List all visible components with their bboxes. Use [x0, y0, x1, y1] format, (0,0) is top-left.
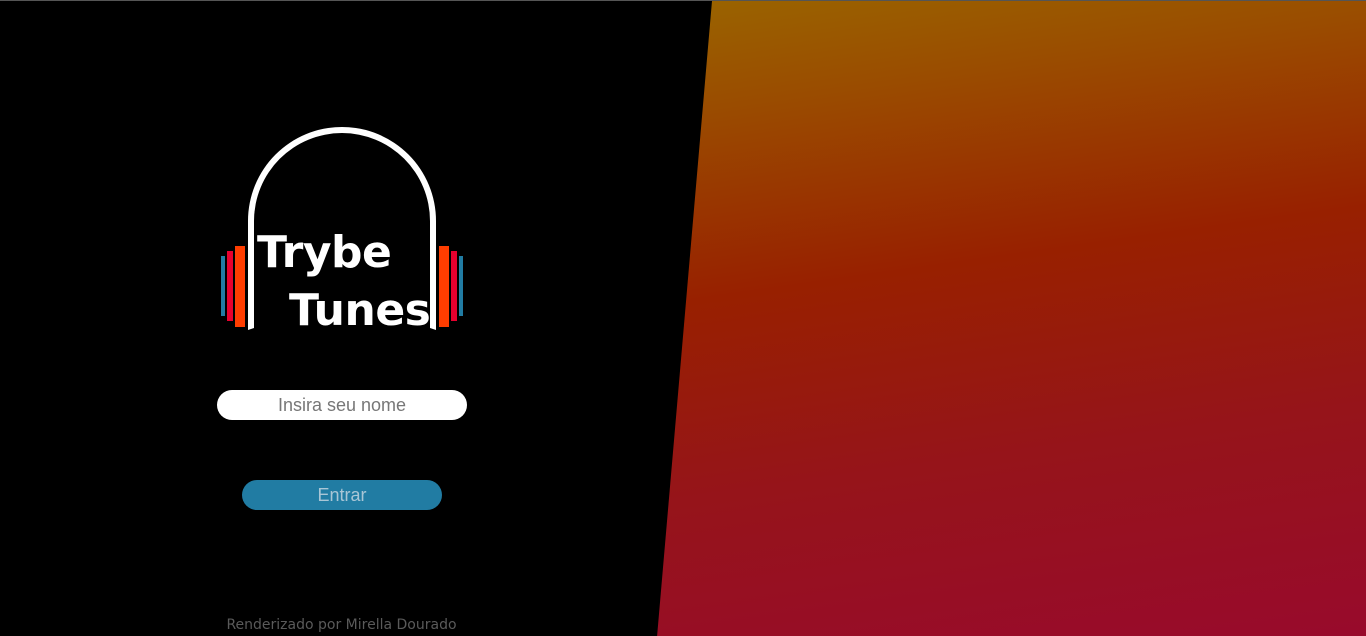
left-bar-blue: [221, 256, 225, 316]
login-page: Trybe Tunes Entrar Renderizado por Mirel…: [0, 0, 1366, 636]
right-bar-orange: [439, 246, 449, 327]
left-bar-orange: [235, 246, 245, 327]
gradient-background-panel: [657, 1, 1366, 636]
logo-text-tunes: Tunes: [289, 285, 431, 336]
left-bar-red: [227, 251, 233, 321]
name-input[interactable]: [217, 390, 467, 420]
footer-credit: Renderizado por Mirella Dourado: [226, 617, 457, 633]
enter-button[interactable]: Entrar: [242, 480, 442, 510]
trybetunes-logo: Trybe Tunes: [212, 125, 472, 337]
right-bar-red: [451, 251, 457, 321]
logo-text-trybe: Trybe: [257, 227, 392, 278]
right-bar-blue: [459, 256, 463, 316]
